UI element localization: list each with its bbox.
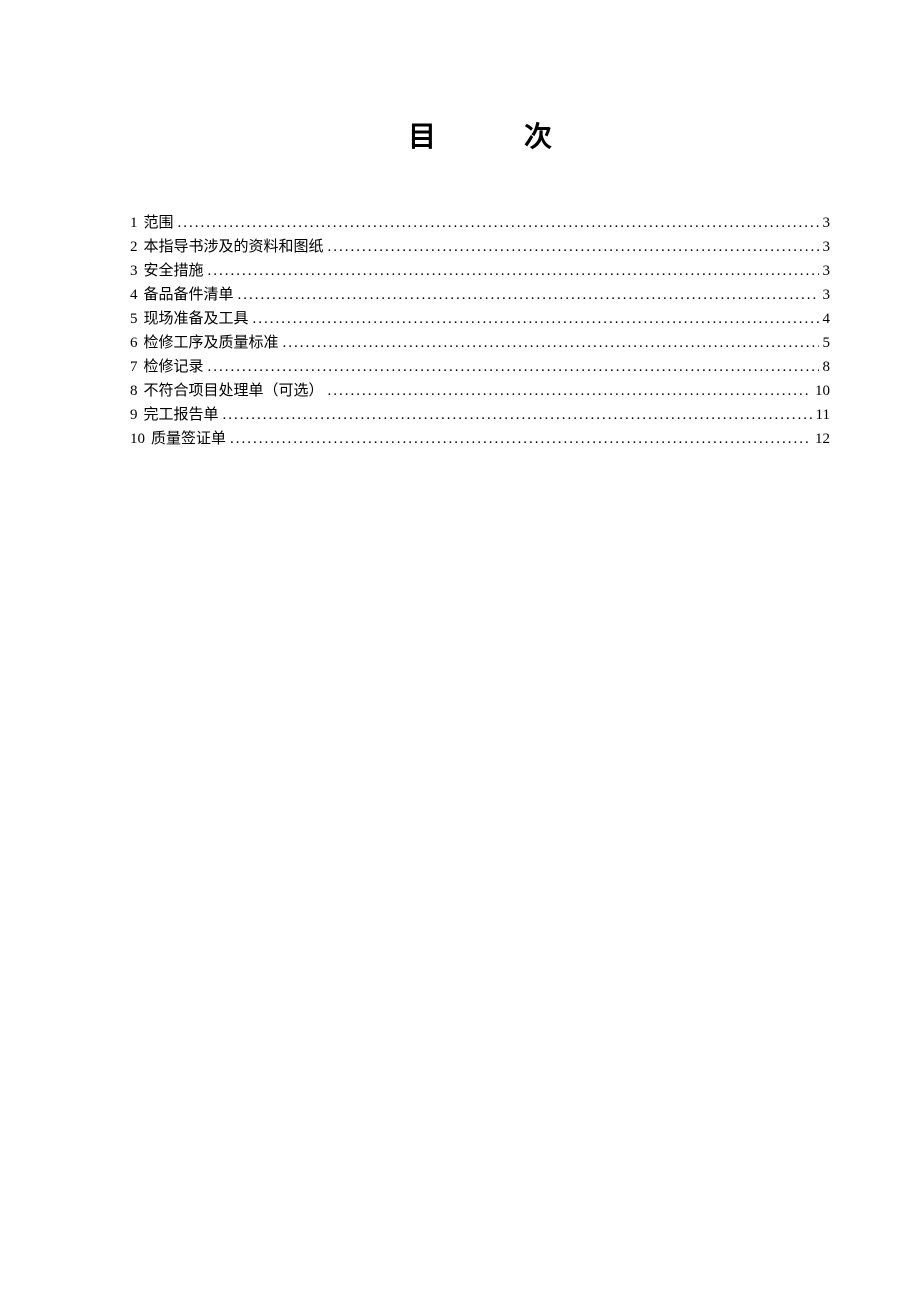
toc-entry: 6 检修工序及质量标准 5 (130, 331, 830, 355)
toc-entry: 4 备品备件清单 3 (130, 283, 830, 307)
toc-entry-page: 3 (823, 211, 831, 235)
toc-entry: 9 完工报告单 11 (130, 403, 830, 427)
toc-entry: 2 本指导书涉及的资料和图纸 3 (130, 235, 830, 259)
toc-leader-dots (223, 403, 812, 427)
toc-entry-number: 6 (130, 331, 138, 355)
toc-entry-page: 3 (823, 283, 831, 307)
toc-entry-number: 5 (130, 307, 138, 331)
toc-entry-label: 完工报告单 (144, 403, 219, 427)
toc-entry-label: 不符合项目处理单（可选） (144, 379, 324, 403)
toc-entry-number: 1 (130, 211, 138, 235)
toc-leader-dots (328, 379, 811, 403)
toc-entry-number: 8 (130, 379, 138, 403)
toc-entry-page: 8 (823, 355, 831, 379)
toc-entry: 7 检修记录 8 (130, 355, 830, 379)
toc-entry-page: 11 (816, 403, 830, 427)
toc-entry-label: 质量签证单 (151, 427, 226, 451)
toc-entry-label: 范围 (144, 211, 174, 235)
toc-entry-number: 9 (130, 403, 138, 427)
toc-entry-number: 10 (130, 427, 145, 451)
toc-entry-number: 2 (130, 235, 138, 259)
toc-entry: 3 安全措施 3 (130, 259, 830, 283)
toc-leader-dots (328, 235, 819, 259)
toc-entry-number: 7 (130, 355, 138, 379)
toc-leader-dots (238, 283, 819, 307)
toc-entry-number: 3 (130, 259, 138, 283)
toc-entry-page: 12 (815, 427, 830, 451)
document-page: 目 次 1 范围 3 2 本指导书涉及的资料和图纸 3 3 安全措施 3 4 备… (0, 0, 920, 451)
toc-entry-label: 安全措施 (144, 259, 204, 283)
toc-entry-page: 5 (823, 331, 831, 355)
toc-entry-label: 本指导书涉及的资料和图纸 (144, 235, 324, 259)
page-title: 目 次 (130, 115, 830, 155)
toc-leader-dots (178, 211, 819, 235)
toc-entry-page: 3 (823, 259, 831, 283)
toc-entry: 10 质量签证单 12 (130, 427, 830, 451)
toc-leader-dots (208, 355, 819, 379)
toc-entry-label: 检修工序及质量标准 (144, 331, 279, 355)
toc-entry: 1 范围 3 (130, 211, 830, 235)
toc-entry-label: 备品备件清单 (144, 283, 234, 307)
toc-entry-label: 现场准备及工具 (144, 307, 249, 331)
toc-entry-page: 10 (815, 379, 830, 403)
toc-leader-dots (208, 259, 819, 283)
toc-entry-number: 4 (130, 283, 138, 307)
toc-leader-dots (230, 427, 811, 451)
toc-entry-label: 检修记录 (144, 355, 204, 379)
toc-entry: 5 现场准备及工具 4 (130, 307, 830, 331)
toc-entry-page: 4 (823, 307, 831, 331)
toc-entry: 8 不符合项目处理单（可选） 10 (130, 379, 830, 403)
toc-leader-dots (253, 307, 819, 331)
table-of-contents: 1 范围 3 2 本指导书涉及的资料和图纸 3 3 安全措施 3 4 备品备件清… (130, 211, 830, 451)
toc-entry-page: 3 (823, 235, 831, 259)
toc-leader-dots (283, 331, 819, 355)
